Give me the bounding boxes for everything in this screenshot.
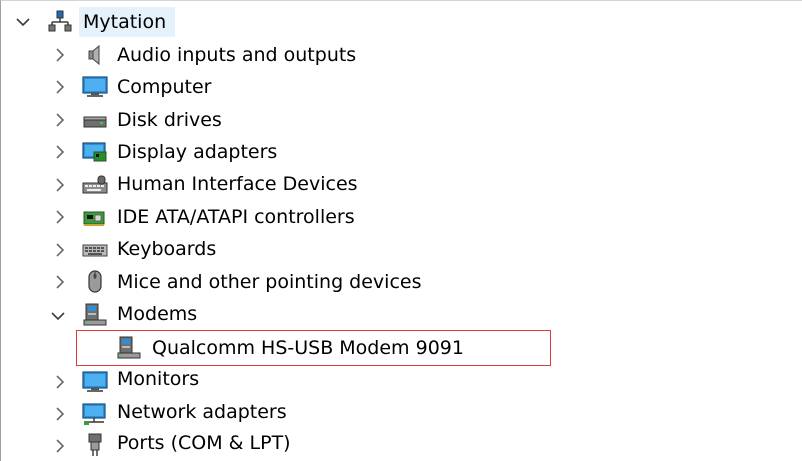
chevron-right-icon[interactable] [50, 436, 70, 456]
chevron-right-icon[interactable] [50, 272, 70, 292]
tree-item-display-adapters[interactable]: Display adapters [117, 137, 277, 167]
monitor-icon [81, 369, 109, 395]
device-manager-tree: Mytation Audio inputs and outputs Comput… [0, 0, 802, 461]
chevron-right-icon[interactable] [50, 175, 70, 195]
keyboard-icon [81, 237, 109, 263]
chevron-down-icon[interactable] [48, 306, 68, 326]
tree-item-keyboards[interactable]: Keyboards [117, 234, 216, 264]
disk-drive-icon [81, 107, 109, 133]
monitor-icon [81, 74, 109, 100]
tree-item-network-adapters[interactable]: Network adapters [117, 397, 287, 427]
tree-item-ports[interactable]: Ports (COM & LPT) [117, 428, 291, 458]
ide-controller-icon [81, 204, 109, 230]
chevron-right-icon[interactable] [50, 372, 70, 392]
tree-item-disk-drives[interactable]: Disk drives [117, 105, 222, 135]
tree-item-hid[interactable]: Human Interface Devices [117, 169, 358, 199]
tree-item-monitors[interactable]: Monitors [117, 364, 199, 394]
tree-item-audio[interactable]: Audio inputs and outputs [117, 40, 356, 70]
chevron-right-icon[interactable] [50, 207, 70, 227]
tree-root-label[interactable]: Mytation [83, 7, 166, 37]
chevron-right-icon[interactable] [50, 240, 70, 260]
tree-item-computer[interactable]: Computer [117, 72, 211, 102]
chevron-right-icon[interactable] [50, 404, 70, 424]
tree-item-ide[interactable]: IDE ATA/ATAPI controllers [117, 202, 355, 232]
hid-icon [81, 172, 109, 198]
tree-item-mice[interactable]: Mice and other pointing devices [117, 267, 421, 297]
modem-icon [81, 301, 109, 327]
display-adapter-icon [81, 139, 109, 165]
computer-network-icon [46, 8, 74, 34]
chevron-right-icon[interactable] [50, 77, 70, 97]
chevron-right-icon[interactable] [50, 110, 70, 130]
speaker-icon [81, 42, 109, 68]
port-icon [81, 432, 109, 458]
chevron-right-icon[interactable] [50, 142, 70, 162]
network-adapter-icon [81, 401, 109, 427]
tree-item-modems[interactable]: Modems [117, 299, 197, 329]
tree-item-qualcomm-modem[interactable]: Qualcomm HS-USB Modem 9091 [152, 333, 464, 363]
modem-icon [115, 334, 143, 360]
mouse-icon [81, 269, 109, 295]
chevron-right-icon[interactable] [50, 45, 70, 65]
chevron-down-icon[interactable] [13, 12, 33, 32]
